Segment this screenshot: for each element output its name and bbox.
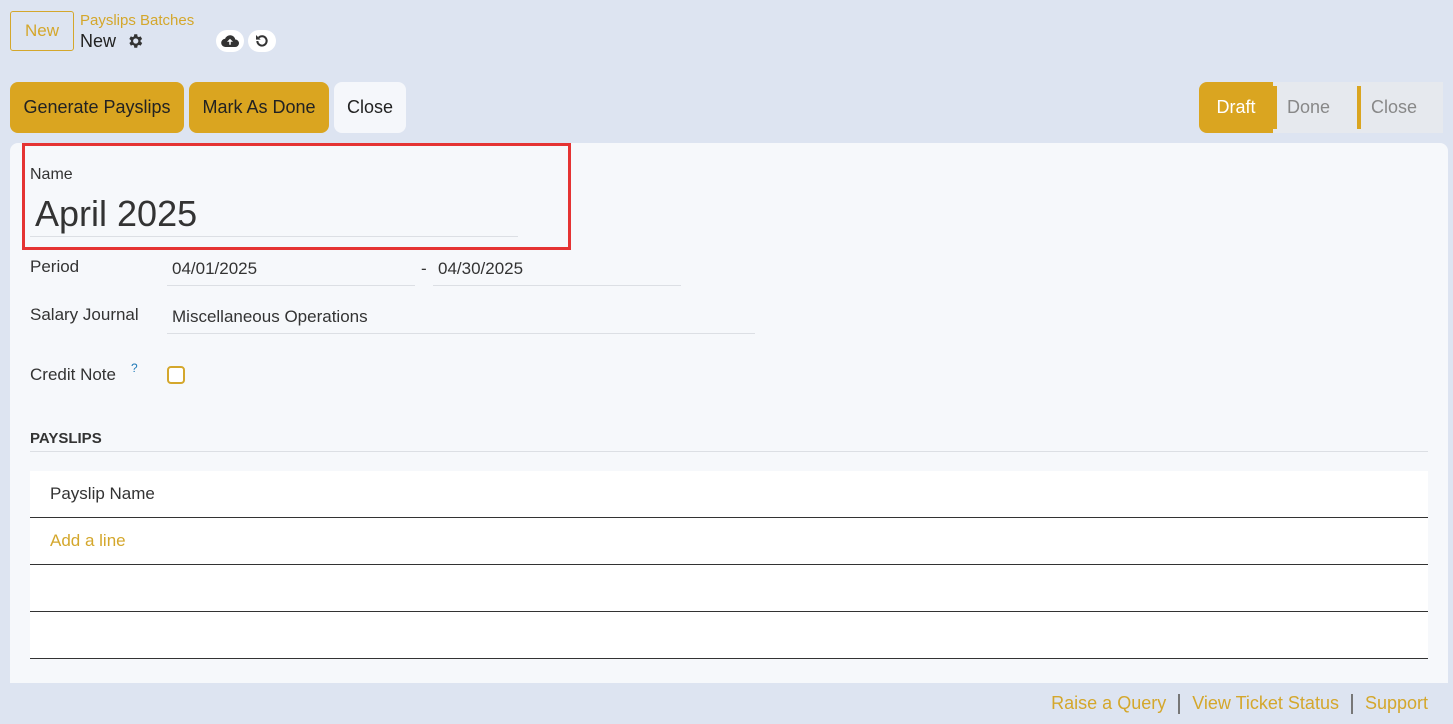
period-end-underline xyxy=(433,285,681,286)
payslips-table: Payslip Name Add a line xyxy=(30,471,1428,659)
status-close-label: Close xyxy=(1371,97,1418,117)
form-sheet: Name April 2025 Period 04/01/2025 - 04/3… xyxy=(10,143,1448,683)
gear-icon[interactable] xyxy=(126,32,144,50)
credit-note-label: Credit Note xyxy=(30,365,116,384)
close-button[interactable]: Close xyxy=(334,82,406,133)
table-row xyxy=(30,565,1428,612)
status-separator xyxy=(1357,86,1361,129)
breadcrumb-parent[interactable]: Payslips Batches xyxy=(80,12,194,29)
salary-journal-underline xyxy=(167,333,755,334)
raise-query-link[interactable]: Raise a Query xyxy=(1051,693,1166,714)
column-header-payslip-name[interactable]: Payslip Name xyxy=(50,484,155,504)
period-label: Period xyxy=(30,257,80,276)
payslips-section-title: PAYSLIPS xyxy=(30,430,102,447)
status-separator xyxy=(1273,86,1277,129)
footer: Raise a Query View Ticket Status Support xyxy=(1051,693,1428,714)
add-line-link[interactable]: Add a line xyxy=(50,531,126,551)
help-icon[interactable]: ? xyxy=(131,361,138,375)
new-button[interactable]: New xyxy=(10,11,74,51)
table-header: Payslip Name xyxy=(30,471,1428,518)
period-end-input[interactable]: 04/30/2025 xyxy=(438,259,523,279)
breadcrumb-current: New xyxy=(80,31,117,51)
name-input[interactable]: April 2025 xyxy=(35,193,197,235)
table-row: Add a line xyxy=(30,518,1428,565)
name-underline xyxy=(30,236,518,237)
section-divider xyxy=(30,451,1428,452)
period-separator: - xyxy=(421,259,427,278)
cloud-upload-icon[interactable] xyxy=(216,30,244,52)
status-done[interactable]: Done xyxy=(1273,82,1357,133)
table-row xyxy=(30,612,1428,659)
salary-journal-label: Salary Journal xyxy=(30,305,139,324)
status-bar: Draft Done Close xyxy=(1199,82,1443,133)
period-start-underline xyxy=(167,285,415,286)
status-draft[interactable]: Draft xyxy=(1199,82,1273,133)
name-label: Name xyxy=(30,166,73,183)
view-ticket-status-link[interactable]: View Ticket Status xyxy=(1192,693,1339,714)
credit-note-checkbox[interactable] xyxy=(167,366,185,384)
support-link[interactable]: Support xyxy=(1365,693,1428,714)
control-panel: New Payslips Batches New xyxy=(0,0,1453,70)
mark-as-done-button[interactable]: Mark As Done xyxy=(189,82,329,133)
discard-icon[interactable] xyxy=(248,30,276,52)
footer-divider xyxy=(1350,693,1353,714)
generate-payslips-button[interactable]: Generate Payslips xyxy=(10,82,184,133)
footer-divider xyxy=(1178,693,1181,714)
salary-journal-select[interactable]: Miscellaneous Operations xyxy=(172,307,368,327)
status-close[interactable]: Close xyxy=(1357,82,1443,133)
status-done-label: Done xyxy=(1287,97,1331,117)
period-start-input[interactable]: 04/01/2025 xyxy=(172,259,257,279)
